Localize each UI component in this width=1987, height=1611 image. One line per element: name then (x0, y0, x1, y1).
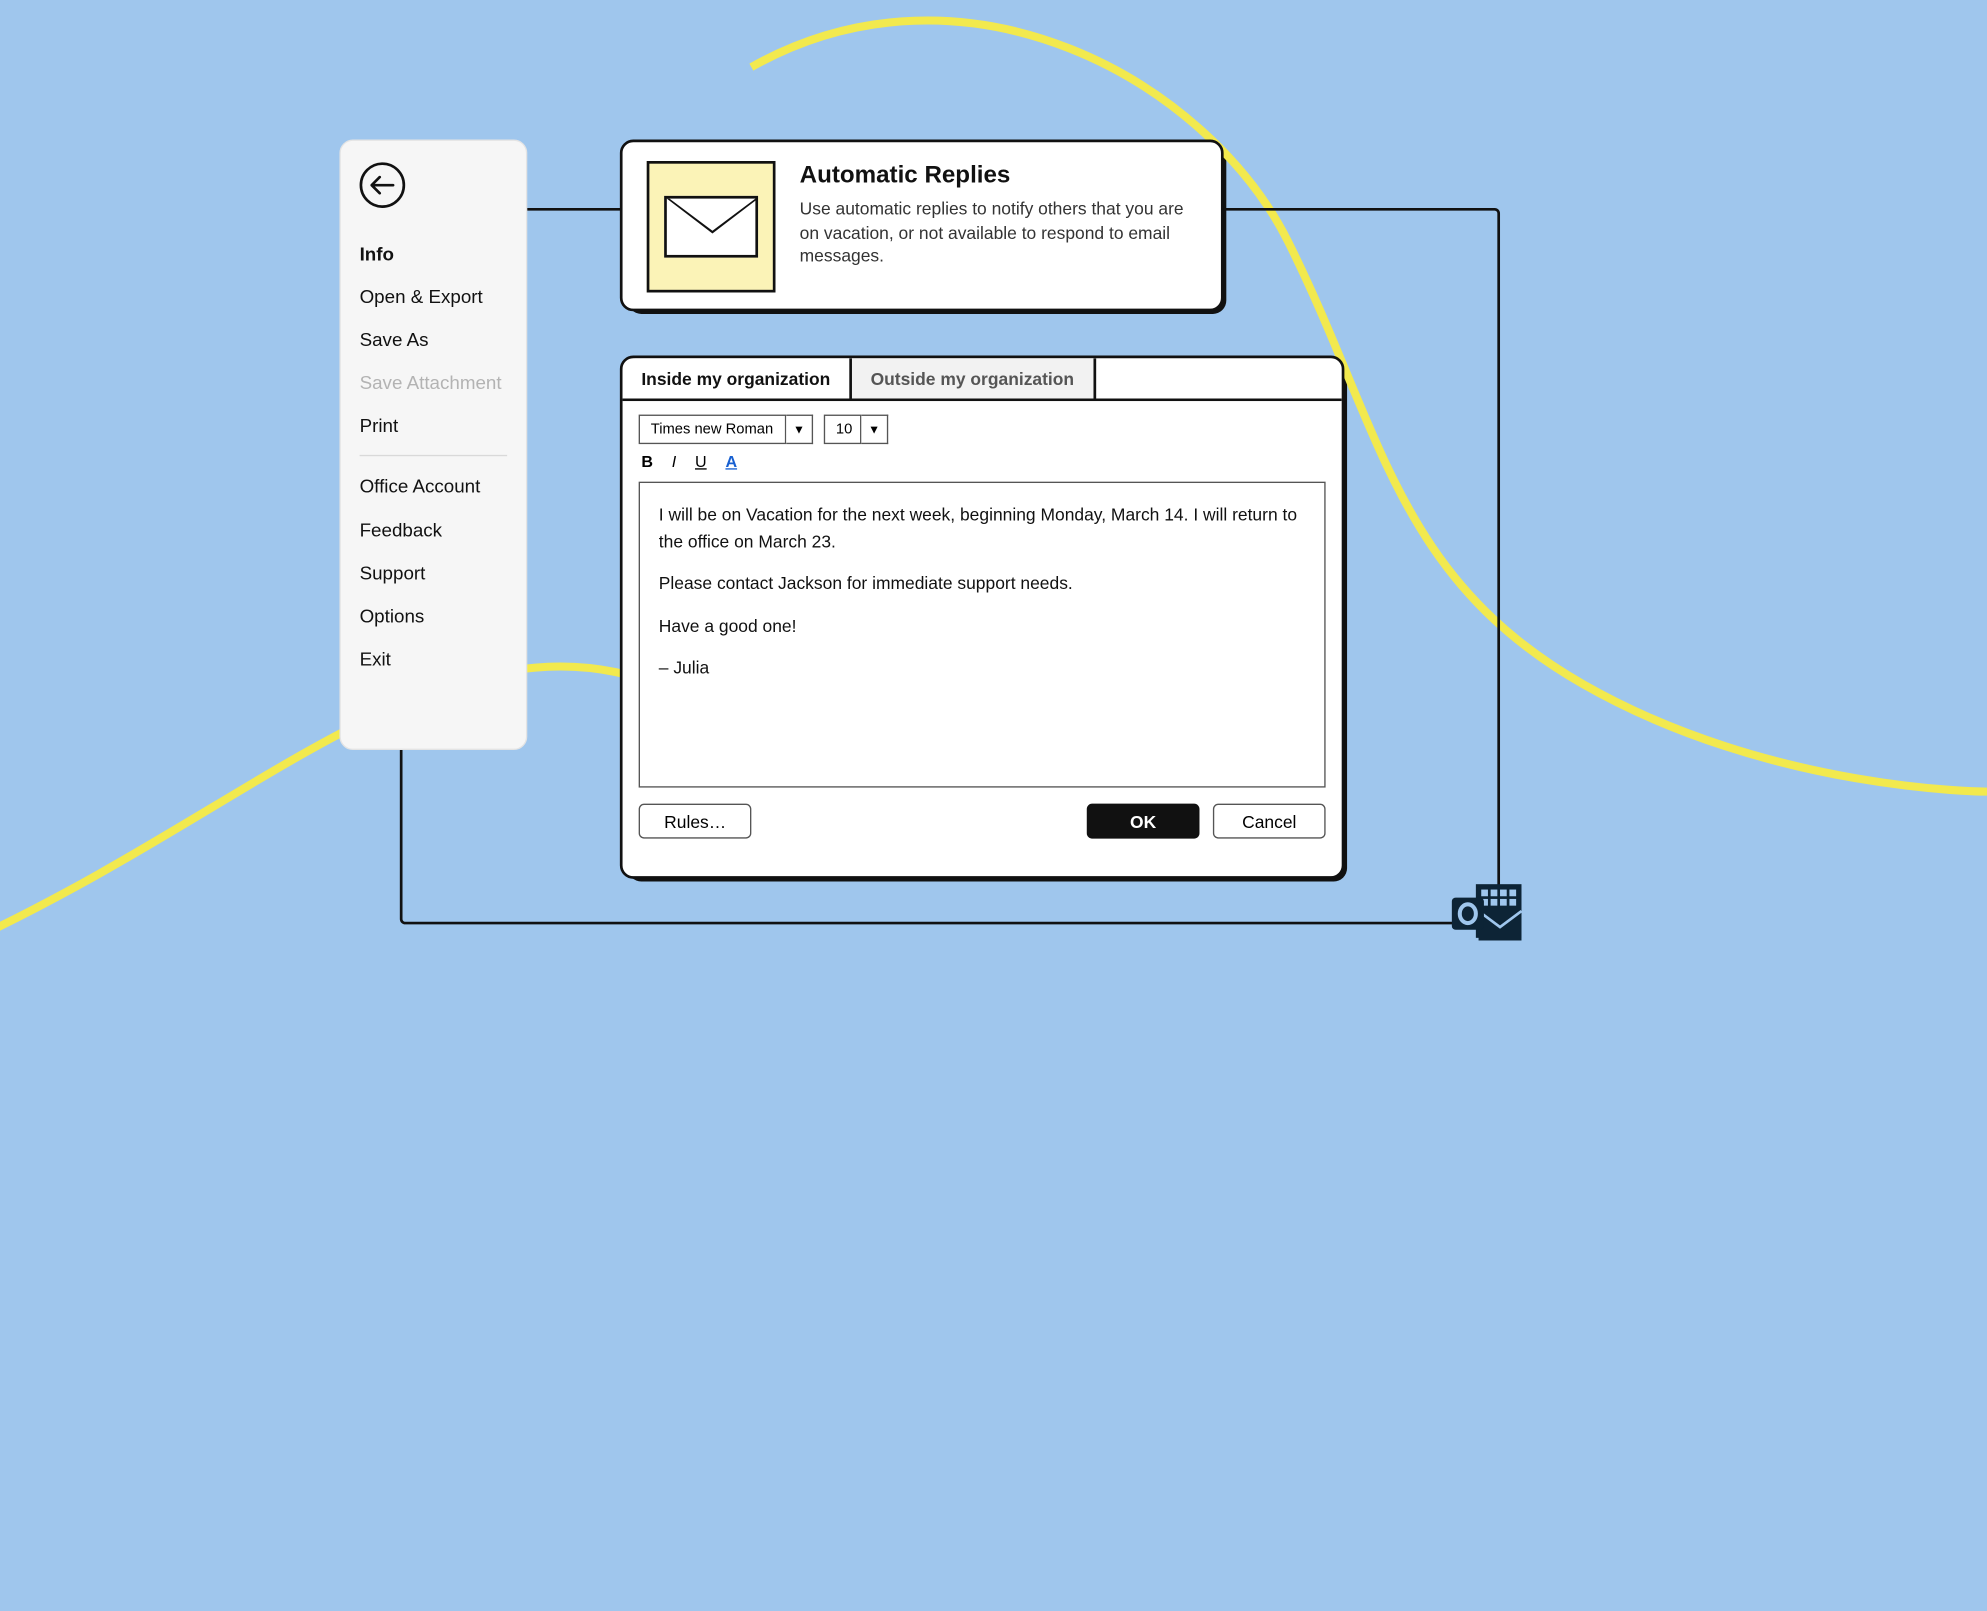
tab-outside-org[interactable]: Outside my organization (852, 358, 1096, 398)
sidebar-item-info[interactable]: Info (360, 232, 508, 275)
file-menu-sidebar: Info Open & Export Save As Save Attachme… (339, 140, 527, 750)
body-line: Please contact Jackson for immediate sup… (659, 570, 1306, 596)
cancel-button[interactable]: Cancel (1213, 804, 1326, 839)
sidebar-item-options[interactable]: Options (360, 594, 508, 637)
sidebar-divider (360, 455, 508, 456)
arrow-left-icon (370, 176, 394, 195)
dialog-buttons: Rules… OK Cancel (623, 788, 1342, 855)
underline-button[interactable]: U (695, 452, 707, 471)
sidebar-item-open-export[interactable]: Open & Export (360, 275, 508, 318)
body-line: Have a good one! (659, 612, 1306, 638)
reply-body-editor[interactable]: I will be on Vacation for the next week,… (639, 482, 1326, 788)
sidebar-item-save-as[interactable]: Save As (360, 318, 508, 361)
font-size-select[interactable]: 10 ▼ (824, 415, 888, 445)
chevron-down-icon[interactable]: ▼ (861, 415, 888, 445)
font-color-button[interactable]: A (725, 452, 737, 471)
body-line: – Julia (659, 655, 1306, 681)
chevron-down-icon[interactable]: ▼ (786, 415, 813, 445)
font-size-value: 10 (824, 415, 862, 445)
bold-button[interactable]: B (641, 452, 653, 471)
sidebar-item-exit[interactable]: Exit (360, 637, 508, 680)
font-family-value: Times new Roman (639, 415, 787, 445)
tab-inside-org[interactable]: Inside my organization (623, 358, 852, 398)
card-description: Use automatic replies to notify others t… (800, 197, 1189, 268)
ok-button[interactable]: OK (1087, 804, 1200, 839)
rules-button[interactable]: Rules… (639, 804, 752, 839)
back-button[interactable] (360, 162, 406, 208)
sidebar-item-office-account[interactable]: Office Account (360, 464, 508, 508)
body-line: I will be on Vacation for the next week,… (659, 502, 1306, 554)
font-family-select[interactable]: Times new Roman ▼ (639, 415, 813, 445)
sidebar-item-feedback[interactable]: Feedback (360, 508, 508, 551)
italic-button[interactable]: I (672, 452, 676, 471)
outlook-icon (1452, 879, 1527, 955)
card-title: Automatic Replies (800, 161, 1189, 189)
sidebar-item-print[interactable]: Print (360, 404, 508, 447)
sidebar-item-support[interactable]: Support (360, 551, 508, 594)
font-toolbar: Times new Roman ▼ 10 ▼ (623, 401, 1342, 452)
tab-bar: Inside my organization Outside my organi… (623, 358, 1342, 401)
automatic-replies-card: Automatic Replies Use automatic replies … (620, 140, 1224, 312)
format-toolbar: B I U A (623, 452, 1342, 482)
sidebar-item-save-attachment: Save Attachment (360, 361, 508, 404)
envelope-icon (664, 196, 758, 258)
envelope-tile (647, 161, 776, 292)
reply-editor-window: Inside my organization Outside my organi… (620, 356, 1345, 879)
